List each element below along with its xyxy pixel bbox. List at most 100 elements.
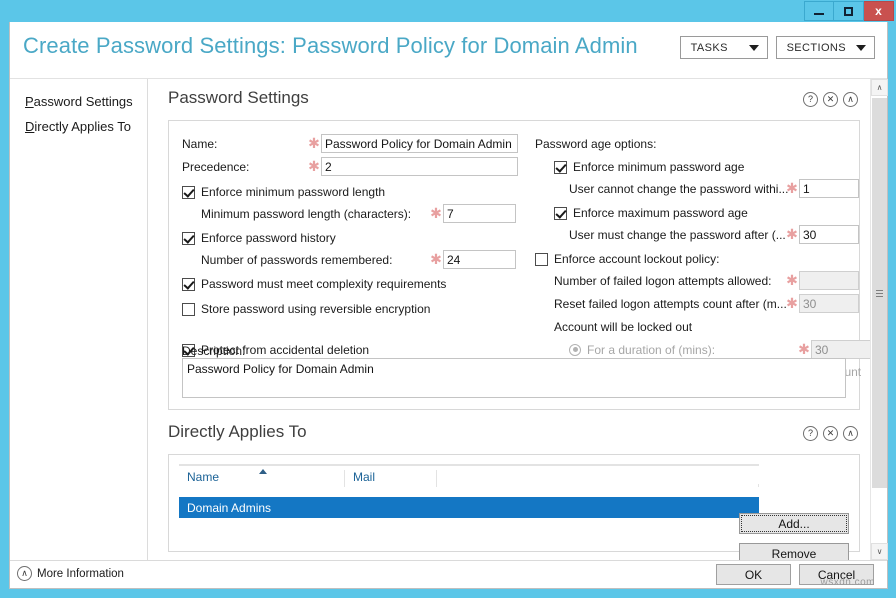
scrollbar-thumb[interactable] [872,98,887,488]
complexity-checkbox[interactable] [182,278,195,291]
name-row: Name: ✱ Password Policy for Domain Admin [182,133,522,154]
sections-dropdown-button[interactable]: SECTIONS [776,36,875,59]
enforce-history-checkbox-row[interactable]: Enforce password history [182,227,522,249]
table-row[interactable]: Domain Admins [179,497,759,518]
failed-attempts-row: Number of failed logon attempts allowed:… [554,270,870,291]
tasks-label: TASKS [691,42,728,54]
description-textarea[interactable]: Password Policy for Domain Admin [182,358,846,398]
sidebar-item-label: assword Settings [34,94,133,109]
reset-count-label: Reset failed logon attempts count after … [554,297,785,311]
scroll-up-arrow-icon[interactable]: ∧ [871,79,888,96]
required-asterisk-icon: ✱ [429,253,443,267]
sections-label: SECTIONS [787,42,846,54]
history-count-input[interactable]: 24 [443,250,516,269]
application-window: x Create Password Settings: Password Pol… [0,0,896,598]
enforce-min-length-checkbox-row[interactable]: Enforce minimum password length [182,181,522,203]
help-icon[interactable]: ? [803,92,818,107]
sidebar-item-directly-applies-to[interactable]: Directly Applies To [10,114,147,139]
scroll-down-arrow-icon[interactable]: ∨ [871,543,888,560]
enforce-min-length-checkbox[interactable] [182,186,195,199]
enforce-max-age-checkbox-row[interactable]: Enforce maximum password age [554,202,870,224]
sort-ascending-icon [259,469,267,474]
enforce-lockout-label: Enforce account lockout policy: [554,252,719,266]
reset-count-input[interactable]: 30 [799,294,859,313]
enforce-min-age-checkbox[interactable] [554,161,567,174]
age-options-row: Password age options: [535,133,870,154]
sidebar-item-accel: D [25,119,34,134]
dialog-footer: ∧ More Information OK Cancel wsxdn.com [10,560,887,588]
column-header-name-label: Name [187,470,219,484]
name-input[interactable]: Password Policy for Domain Admin [321,134,518,153]
reset-count-row: Reset failed logon attempts count after … [554,293,870,314]
row-name: Domain Admins [187,501,271,515]
complexity-checkbox-row[interactable]: Password must meet complexity requiremen… [182,273,522,295]
scrollbar-grip-icon [876,288,883,299]
add-button[interactable]: Add... [739,513,849,534]
precedence-label: Precedence: [182,160,307,174]
directly-applies-to-section-icons: ? ✕ ∧ [803,426,858,441]
maximize-button[interactable] [834,1,864,21]
vertical-scrollbar[interactable]: ∧ ∨ [870,79,887,560]
history-count-row: Number of passwords remembered: ✱ 24 [201,249,522,270]
enforce-min-length-label: Enforce minimum password length [201,185,385,199]
dialog: Create Password Settings: Password Polic… [9,22,888,589]
description-label: Description: [182,344,846,358]
precedence-input[interactable]: 2 [321,157,518,176]
sidebar-item-password-settings[interactable]: Password Settings [10,89,147,114]
collapse-icon[interactable]: ∧ [843,92,858,107]
column-header-blank[interactable] [437,484,759,487]
directly-applies-to-header: Directly Applies To ? ✕ ∧ [168,422,860,452]
required-asterisk-icon: ✱ [307,160,321,174]
required-asterisk-icon: ✱ [785,297,799,311]
section-title-directly-applies-to: Directly Applies To [168,422,307,442]
reversible-encryption-checkbox-row[interactable]: Store password using reversible encrypti… [182,298,522,320]
remove-button[interactable]: Remove [739,543,849,560]
close-icon[interactable]: ✕ [823,92,838,107]
history-count-label: Number of passwords remembered: [201,253,429,267]
enforce-min-age-checkbox-row[interactable]: Enforce minimum password age [554,156,870,178]
enforce-lockout-checkbox[interactable] [535,253,548,266]
collapse-icon: ∧ [17,566,32,581]
password-settings-left-column: Name: ✱ Password Policy for Domain Admin… [182,133,522,361]
min-age-row: User cannot change the password withi...… [569,178,870,199]
locked-out-row: Account will be locked out [554,316,870,337]
help-icon[interactable]: ? [803,426,818,441]
applies-to-list: Name Mail Domain Admins [179,464,759,543]
tasks-dropdown-button[interactable]: TASKS [680,36,768,59]
required-asterisk-icon: ✱ [429,207,443,221]
more-information-label: More Information [37,568,124,580]
precedence-row: Precedence: ✱ 2 [182,156,522,177]
description-group: Description: Password Policy for Domain … [182,344,846,398]
more-information-button[interactable]: ∧ More Information [17,566,124,581]
close-icon[interactable]: ✕ [823,426,838,441]
failed-attempts-label: Number of failed logon attempts allowed: [554,274,785,288]
min-length-input[interactable]: 7 [443,204,516,223]
close-button[interactable]: x [864,1,894,21]
min-length-row: Minimum password length (characters): ✱ … [201,203,522,224]
ok-button[interactable]: OK [716,564,791,585]
reversible-encryption-checkbox[interactable] [182,303,195,316]
enforce-history-checkbox[interactable] [182,232,195,245]
password-settings-section-icons: ? ✕ ∧ [803,92,858,107]
required-asterisk-icon: ✱ [785,274,799,288]
title-bar: x [0,0,896,22]
enforce-lockout-checkbox-row[interactable]: Enforce account lockout policy: [535,248,870,270]
minimize-button[interactable] [804,1,834,21]
required-asterisk-icon: ✱ [785,228,799,242]
max-age-input[interactable]: 30 [799,225,859,244]
min-age-input[interactable]: 1 [799,179,859,198]
failed-attempts-input[interactable] [799,271,859,290]
reversible-encryption-label: Store password using reversible encrypti… [201,302,430,316]
collapse-icon[interactable]: ∧ [843,426,858,441]
age-options-label: Password age options: [535,137,656,151]
dialog-header: Create Password Settings: Password Polic… [10,22,887,79]
min-length-label: Minimum password length (characters): [201,207,429,221]
minimize-icon [814,13,824,15]
max-age-label: User must change the password after (... [569,228,785,242]
max-age-row: User must change the password after (...… [569,224,870,245]
chevron-down-icon [749,45,759,51]
enforce-max-age-checkbox[interactable] [554,207,567,220]
column-header-mail[interactable]: Mail [345,470,437,487]
column-header-name[interactable]: Name [179,470,345,487]
maximize-icon [844,7,853,16]
